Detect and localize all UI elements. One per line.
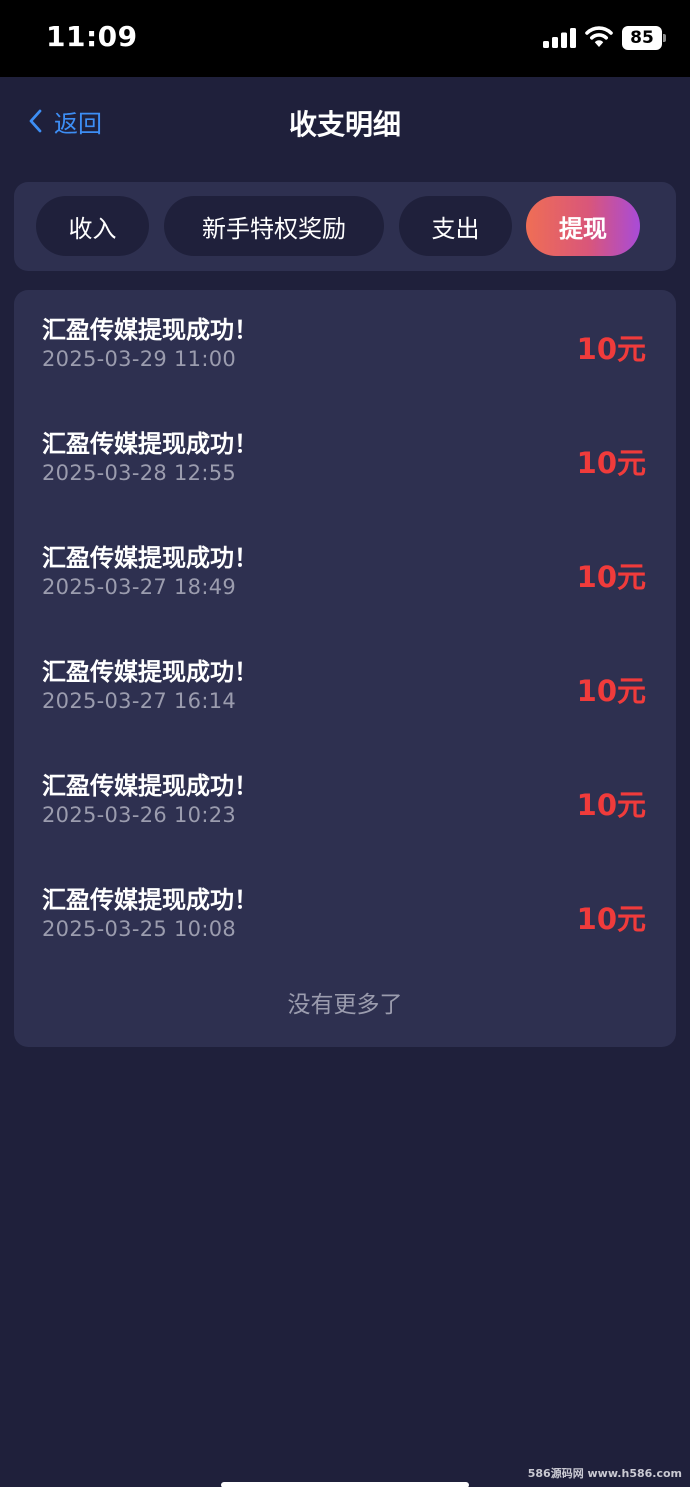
record-amount: 10元 <box>576 788 646 822</box>
record-time: 2025-03-25 10:08 <box>42 917 237 941</box>
record-time: 2025-03-26 10:23 <box>42 803 237 827</box>
home-indicator <box>221 1482 469 1487</box>
record-title: 汇盈传媒提现成功！ <box>42 544 258 572</box>
record-list: 汇盈传媒提现成功！ 2025-03-29 11:00 10元 汇盈传媒提现成功！… <box>14 290 676 1047</box>
record-time: 2025-03-28 12:55 <box>42 461 237 485</box>
record-title: 汇盈传媒提现成功！ <box>42 658 258 686</box>
tab-expense[interactable]: 支出 <box>399 196 512 256</box>
record-amount: 10元 <box>576 902 646 936</box>
list-item: 汇盈传媒提现成功！ 2025-03-28 12:55 10元 <box>14 404 676 518</box>
status-bar: 11:09 85 <box>0 0 690 77</box>
record-title: 汇盈传媒提现成功！ <box>42 886 258 914</box>
record-time: 2025-03-27 16:14 <box>42 689 237 713</box>
list-item: 汇盈传媒提现成功！ 2025-03-29 11:00 10元 <box>14 290 676 404</box>
tab-bar: 收入 新手特权奖励 支出 提现 <box>14 182 676 271</box>
status-time: 11:09 <box>46 20 138 53</box>
page-title: 收支明细 <box>288 108 401 141</box>
no-more-text: 没有更多了 <box>287 992 403 1018</box>
tab-newbie-reward[interactable]: 新手特权奖励 <box>164 196 384 256</box>
record-amount: 10元 <box>576 332 646 366</box>
record-title: 汇盈传媒提现成功！ <box>42 316 258 344</box>
battery-level: 85 <box>622 26 662 50</box>
record-amount: 10元 <box>576 446 646 480</box>
record-time: 2025-03-27 18:49 <box>42 575 237 599</box>
list-item: 汇盈传媒提现成功！ 2025-03-25 10:08 10元 <box>14 860 676 974</box>
watermark: 586源码网 www.h586.com <box>527 1467 682 1480</box>
record-title: 汇盈传媒提现成功！ <box>42 772 258 800</box>
tab-withdraw[interactable]: 提现 <box>526 196 640 256</box>
record-amount: 10元 <box>576 674 646 708</box>
navigation-bar: 返回 收支明细 <box>0 77 690 167</box>
record-title: 汇盈传媒提现成功！ <box>42 430 258 458</box>
signal-icon <box>543 28 576 48</box>
tab-income[interactable]: 收入 <box>36 196 149 256</box>
wifi-icon <box>585 26 613 47</box>
battery-tip <box>663 34 666 42</box>
list-item: 汇盈传媒提现成功！ 2025-03-27 18:49 10元 <box>14 518 676 632</box>
battery-icon: 85 <box>622 26 666 50</box>
record-amount: 10元 <box>576 560 646 594</box>
list-item: 汇盈传媒提现成功！ 2025-03-26 10:23 10元 <box>14 746 676 860</box>
list-item: 汇盈传媒提现成功！ 2025-03-27 16:14 10元 <box>14 632 676 746</box>
record-time: 2025-03-29 11:00 <box>42 347 237 371</box>
